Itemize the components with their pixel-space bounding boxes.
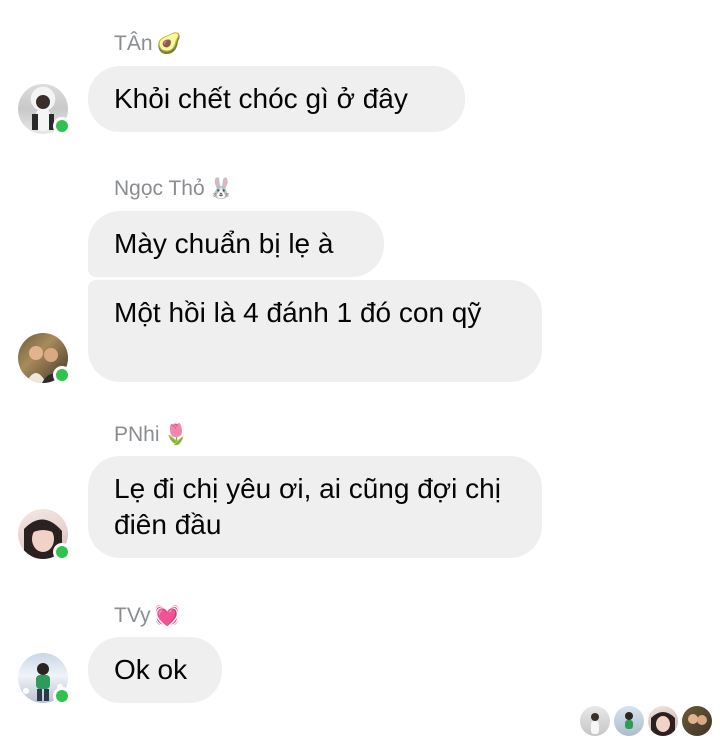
message-bubble[interactable]: Lẹ đi chị yêu ơi, ai cũng đợi chị điên đ… xyxy=(88,456,542,558)
seen-avatar[interactable] xyxy=(614,706,644,736)
online-status-icon xyxy=(53,687,71,705)
online-status-icon xyxy=(53,366,71,384)
message-bubble[interactable]: Ok ok xyxy=(88,637,222,703)
seen-avatar[interactable] xyxy=(580,706,610,736)
sender-name: TÂn 🥑 xyxy=(114,32,182,55)
message-text: Ok ok xyxy=(114,654,188,685)
tulip-icon: 🌷 xyxy=(163,424,189,446)
sender-name: TVy 💓 xyxy=(114,604,180,627)
rabbit-icon: 🐰 xyxy=(208,178,234,200)
message-bubble[interactable]: Một hồi là 4 đánh 1 đó con qỹ xyxy=(88,280,542,382)
message-bubble[interactable]: Khỏi chết chóc gì ở đây xyxy=(88,66,465,132)
message-text: Lẹ đi chị yêu ơi, ai cũng đợi chị điên đ… xyxy=(114,473,501,540)
message-text: Một hồi là 4 đánh 1 đó con qỹ xyxy=(114,297,482,328)
message-text: Mày chuẩn bị lẹ à xyxy=(114,228,334,259)
sender-name: Ngọc Thỏ 🐰 xyxy=(114,177,234,200)
avocado-icon: 🥑 xyxy=(156,33,182,55)
sender-name: PNhi 🌷 xyxy=(114,423,189,446)
seen-avatar[interactable] xyxy=(648,706,678,736)
seen-avatar[interactable] xyxy=(682,706,712,736)
online-status-icon xyxy=(53,117,71,135)
heart-icon: 💓 xyxy=(154,605,180,627)
message-bubble[interactable]: Mày chuẩn bị lẹ à xyxy=(88,211,384,277)
online-status-icon xyxy=(53,543,71,561)
message-text: Khỏi chết chóc gì ở đây xyxy=(114,83,408,114)
